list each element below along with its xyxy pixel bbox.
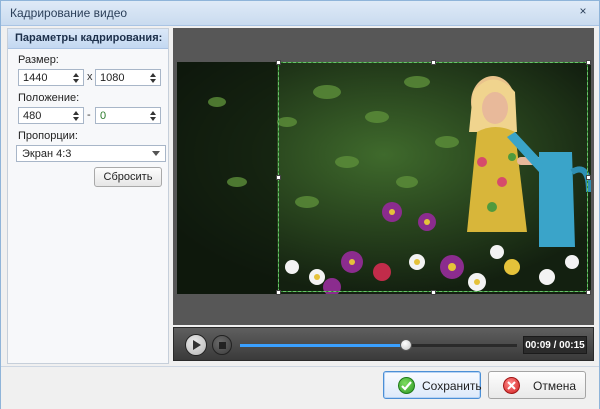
aspect-select[interactable]: Экран 4:3 [16,145,166,162]
time-display: 00:09 / 00:15 [523,336,587,354]
crop-handle-top-left[interactable] [276,60,281,65]
dialog-footer: Сохранить Отмена [1,366,599,409]
size-separator: x [87,71,93,83]
panel-title: Параметры кадрирования: [15,32,163,44]
crop-handle-right[interactable] [586,175,591,180]
height-value: 1080 [100,72,125,84]
crop-video-window: Кадрирование видео × Параметры кадрирова… [0,0,600,409]
playback-bar: 00:09 / 00:15 [173,327,594,361]
width-spinbox[interactable]: 1440 [18,69,84,86]
crop-handle-left[interactable] [276,175,281,180]
close-icon[interactable]: × [575,4,591,20]
crop-guide [278,62,588,292]
position-y-spinbox[interactable]: 0 [95,107,161,124]
height-spinbox[interactable]: 1080 [95,69,161,86]
seek-track[interactable] [240,344,517,347]
chevron-down-icon [152,151,160,156]
title-bar: Кадрирование видео × [1,1,599,26]
position-label: Положение: [18,92,80,104]
play-icon[interactable] [185,334,207,356]
seek-handle[interactable] [400,339,412,351]
position-x-value: 480 [23,110,42,122]
seek-progress [240,344,406,347]
crop-handle-bottom[interactable] [431,290,436,295]
stop-icon[interactable] [212,335,232,355]
position-y-value: 0 [100,110,107,122]
cancel-button[interactable]: Отмена [488,371,586,399]
crop-handle-bottom-left[interactable] [276,290,281,295]
position-x-spinbox[interactable]: 480 [18,107,84,124]
panel-header: Параметры кадрирования: [8,29,168,49]
height-stepper-icon[interactable] [150,70,158,85]
save-button[interactable]: Сохранить [383,371,482,399]
crop-handle-top-right[interactable] [586,60,591,65]
crop-handle-bottom-right[interactable] [586,290,591,295]
size-label: Размер: [18,54,59,66]
window-title: Кадрирование видео [10,6,128,20]
position-x-stepper-icon[interactable] [73,108,81,123]
position-y-stepper-icon[interactable] [150,108,158,123]
cancel-icon [503,377,520,394]
aspect-label: Пропорции: [18,130,78,142]
crop-settings-panel: Параметры кадрирования: Размер: 1440 x 1… [7,28,169,364]
width-stepper-icon[interactable] [73,70,81,85]
check-icon [398,377,415,394]
crop-handle-top[interactable] [431,60,436,65]
aspect-selected: Экран 4:3 [22,148,72,160]
save-label: Сохранить [422,379,482,393]
width-value: 1440 [23,72,48,84]
position-separator: - [87,109,91,121]
cancel-label: Отмена [533,379,577,393]
reset-button[interactable]: Сбросить [94,167,162,187]
